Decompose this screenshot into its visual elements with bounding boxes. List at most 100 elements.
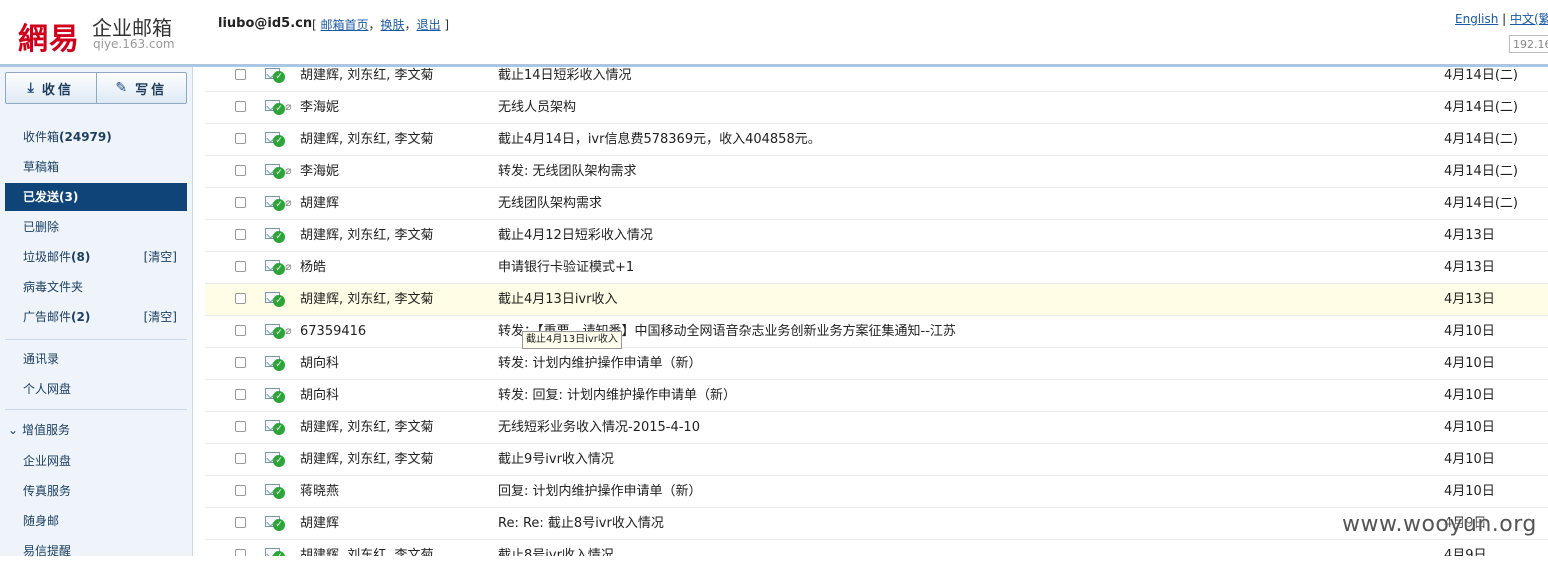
change-skin-link[interactable]: 换肤 — [381, 18, 405, 32]
mail-checkbox[interactable] — [235, 197, 246, 208]
mail-recipients[interactable]: 胡建辉, 刘东红, 李文菊 — [300, 67, 434, 92]
mail-recipients[interactable]: 胡向科 — [300, 348, 339, 380]
mail-checkbox[interactable] — [235, 357, 246, 368]
mail-recipients[interactable]: 李海妮 — [300, 92, 339, 124]
service-yixin-alert[interactable]: 易信提醒 — [5, 537, 187, 565]
mail-checkbox[interactable] — [235, 485, 246, 496]
attachment-icon: ⌀ — [285, 260, 292, 273]
mail-recipients[interactable]: 胡建辉, 刘东红, 李文菊 — [300, 220, 434, 252]
mail-row[interactable]: ✓ 胡建辉, 刘东红, 李文菊 无线短彩业务收入情况-2015-4-10 4月10日 — [205, 412, 1548, 444]
receive-button[interactable]: ⤓ 收信 — [6, 73, 96, 103]
mail-recipients[interactable]: 杨皓 — [300, 252, 326, 284]
service-mobile-mail[interactable]: 随身邮 — [5, 507, 187, 535]
logo: 網易 — [18, 22, 80, 57]
mail-recipients[interactable]: 李海妮 — [300, 156, 339, 188]
mail-recipients[interactable]: 胡建辉, 刘东红, 李文菊 — [300, 444, 434, 476]
mail-row[interactable]: ✓ ⌀ 67359416 转发：【重要，请知悉】中国移动全网语音杂志业务创新业务方案征… — [205, 316, 1548, 348]
mail-row[interactable]: ✓ 蒋晓燕 回复: 计划内维护操作申请单（新） 4月10日 — [205, 476, 1548, 508]
mail-row[interactable]: ✓ 胡建辉, 刘东红, 李文菊 截止4月13日ivr收入 4月13日 — [205, 284, 1548, 316]
mail-recipients[interactable]: 胡向科 — [300, 380, 339, 412]
sent-mail-icon: ✓ — [265, 131, 285, 147]
mail-subject[interactable]: 截止14日短彩收入情况 — [498, 67, 632, 92]
mail-subject[interactable]: 截止4月14日，ivr信息费578369元，收入404858元。 — [498, 124, 821, 156]
mail-row[interactable]: ✓ 胡建辉, 刘东红, 李文菊 截止14日短彩收入情况 4月14日(二) — [205, 67, 1548, 92]
sent-mail-icon: ✓ — [265, 163, 285, 179]
mail-recipients[interactable]: 胡建辉 — [300, 508, 339, 540]
mail-subject[interactable]: 截止4月13日ivr收入 — [498, 284, 617, 316]
mail-row[interactable]: ✓ 胡向科 转发: 计划内维护操作申请单（新） 4月10日 — [205, 348, 1548, 380]
sent-mail-icon: ✓ — [265, 387, 285, 403]
mail-recipients[interactable]: 蒋晓燕 — [300, 476, 339, 508]
folder-ads[interactable]: 广告邮件(2) [清空] — [5, 303, 187, 331]
mail-checkbox[interactable] — [235, 517, 246, 528]
mail-row[interactable]: ✓ 胡向科 转发: 回复: 计划内维护操作申请单（新） 4月10日 — [205, 380, 1548, 412]
mail-recipients[interactable]: 胡建辉, 刘东红, 李文菊 — [300, 540, 434, 556]
service-fax[interactable]: 传真服务 — [5, 477, 187, 505]
mail-checkbox[interactable] — [235, 389, 246, 400]
mail-checkbox[interactable] — [235, 261, 246, 272]
folder-count: (24979) — [59, 130, 112, 144]
mailbox-home-link[interactable]: 邮箱首页 — [321, 18, 369, 32]
mail-row[interactable]: ✓ 胡建辉, 刘东红, 李文菊 截止9号ivr收入情况 4月10日 — [205, 444, 1548, 476]
mail-subject[interactable]: 回复: 计划内维护操作申请单（新） — [498, 476, 702, 508]
mail-row[interactable]: ✓ ⌀ 杨皓 申请银行卡验证模式+1 4月13日 — [205, 252, 1548, 284]
folder-sent[interactable]: 已发送(3) — [5, 183, 187, 211]
folder-virus[interactable]: 病毒文件夹 — [5, 273, 187, 301]
value-added-section[interactable]: ⌄ 增值服务 — [5, 416, 187, 444]
mail-row[interactable]: ✓ 胡建辉, 刘东红, 李文菊 截止4月12日短彩收入情况 4月13日 — [205, 220, 1548, 252]
mail-subject[interactable]: 截止8号ivr收入情况 — [498, 540, 614, 556]
mail-recipients[interactable]: 胡建辉 — [300, 188, 339, 220]
folder-spam[interactable]: 垃圾邮件(8) [清空] — [5, 243, 187, 271]
mail-checkbox[interactable] — [235, 133, 246, 144]
chinese-link[interactable]: 中文(繁 — [1510, 12, 1548, 26]
mail-subject[interactable]: 无线短彩业务收入情况-2015-4-10 — [498, 412, 700, 444]
mail-recipients[interactable]: 胡建辉, 刘东红, 李文菊 — [300, 124, 434, 156]
mail-row[interactable]: ✓ 胡建辉, 刘东红, 李文菊 截止4月14日，ivr信息费578369元，收入40… — [205, 124, 1548, 156]
mail-subject[interactable]: Re: Re: 截止8号ivr收入情况 — [498, 508, 664, 540]
mail-checkbox[interactable] — [235, 421, 246, 432]
folder-label: 已发送 — [23, 190, 60, 204]
folder-drafts[interactable]: 草稿箱 — [5, 153, 187, 181]
mail-row[interactable]: ✓ 胡建辉, 刘东红, 李文菊 截止8号ivr收入情况 4月9日 — [205, 540, 1548, 556]
clear-spam-link[interactable]: [清空] — [144, 243, 177, 271]
contacts-link[interactable]: 通讯录 — [5, 345, 187, 373]
ip-field[interactable] — [1509, 35, 1548, 53]
mail-row[interactable]: ✓ ⌀ 李海妮 无线人员架构 4月14日(二) — [205, 92, 1548, 124]
mail-subject[interactable]: 无线人员架构 — [498, 92, 576, 124]
mail-subject[interactable]: 转发: 计划内维护操作申请单（新） — [498, 348, 702, 380]
logout-link[interactable]: 退出 — [417, 18, 441, 32]
mail-row[interactable]: ✓ ⌀ 李海妮 转发: 无线团队架构需求 4月14日(二) — [205, 156, 1548, 188]
mail-checkbox[interactable] — [235, 325, 246, 336]
mail-checkbox[interactable] — [235, 69, 246, 80]
personal-disk-link[interactable]: 个人网盘 — [5, 375, 187, 403]
mail-subject[interactable]: 无线团队架构需求 — [498, 188, 602, 220]
mail-row[interactable]: ✓ ⌀ 胡建辉 无线团队架构需求 4月14日(二) — [205, 188, 1548, 220]
compose-button[interactable]: ✎ 写信 — [95, 73, 187, 103]
sent-mail-icon: ✓ — [265, 195, 285, 211]
folder-deleted[interactable]: 已删除 — [5, 213, 187, 241]
mail-checkbox[interactable] — [235, 549, 246, 556]
clear-ads-link[interactable]: [清空] — [144, 303, 177, 331]
folder-count: (2) — [71, 310, 91, 324]
mail-checkbox[interactable] — [235, 165, 246, 176]
mail-checkbox[interactable] — [235, 101, 246, 112]
english-link[interactable]: English — [1455, 12, 1498, 26]
folder-inbox[interactable]: 收件箱(24979) — [5, 123, 187, 151]
folder-count: (3) — [59, 190, 79, 204]
mail-subject[interactable]: 截止9号ivr收入情况 — [498, 444, 614, 476]
compose-icon: ✎ — [115, 80, 128, 96]
attachment-icon: ⌀ — [285, 324, 292, 337]
mail-recipients[interactable]: 胡建辉, 刘东红, 李文菊 — [300, 284, 434, 316]
service-enterprise-disk[interactable]: 企业网盘 — [5, 447, 187, 475]
mail-recipients[interactable]: 胡建辉, 刘东红, 李文菊 — [300, 412, 434, 444]
mail-checkbox[interactable] — [235, 229, 246, 240]
mail-subject[interactable]: 转发: 回复: 计划内维护操作申请单（新） — [498, 380, 736, 412]
mail-checkbox[interactable] — [235, 453, 246, 464]
sent-mail-icon: ✓ — [265, 483, 285, 499]
mail-recipients[interactable]: 67359416 — [300, 316, 366, 348]
mail-subject[interactable]: 转发: 无线团队架构需求 — [498, 156, 637, 188]
mail-subject[interactable]: 申请银行卡验证模式+1 — [498, 252, 634, 284]
mail-checkbox[interactable] — [235, 293, 246, 304]
sent-mail-icon: ✓ — [265, 419, 285, 435]
mail-subject[interactable]: 截止4月12日短彩收入情况 — [498, 220, 653, 252]
